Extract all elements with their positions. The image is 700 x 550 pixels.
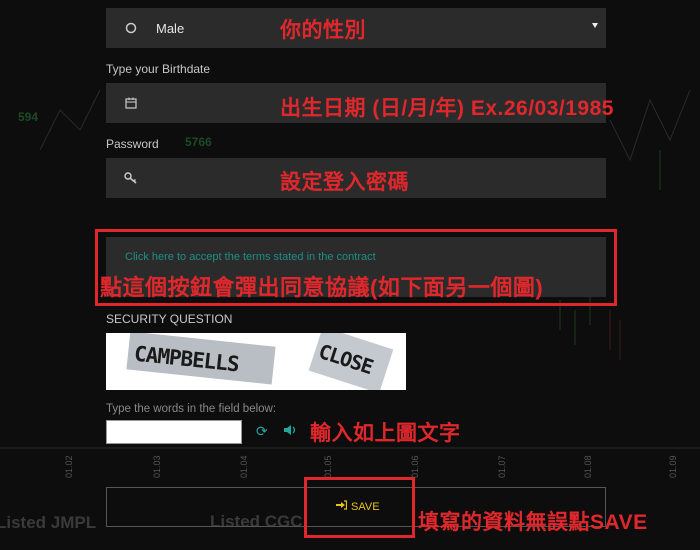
save-annotation: 填寫的資料無誤點SAVE — [418, 511, 648, 534]
axis-date: 01.02 — [64, 455, 74, 478]
chevron-down-icon — [592, 23, 598, 28]
password-annotation: 設定登入密碼 — [280, 171, 409, 194]
radio-icon — [122, 22, 140, 34]
captcha-annotation: 輸入如上圖文字 — [310, 422, 461, 445]
birthdate-annotation: 出生日期 (日/月/年) Ex.26/03/1985 — [280, 97, 614, 120]
security-title: SECURITY QUESTION — [106, 312, 233, 326]
terms-annotation: 點這個按鈕會彈出同意協議(如下面另一個圖) — [100, 275, 544, 300]
axis-date: 01.06 — [410, 455, 420, 478]
bg-ticker: Listed JMPL — [0, 513, 97, 532]
birthdate-label: Type your Birthdate — [106, 62, 211, 76]
calendar-icon — [122, 97, 140, 109]
bg-number: 5766 — [185, 135, 212, 149]
password-label: Password — [106, 137, 159, 151]
key-icon — [122, 172, 140, 184]
captcha-instruction: Type the words in the field below: — [106, 403, 277, 415]
axis-date: 01.09 — [668, 455, 678, 478]
captcha-input[interactable] — [106, 420, 242, 444]
axis-date: 01.05 — [323, 455, 333, 478]
axis-date: 01.07 — [497, 455, 507, 478]
gender-annotation: 你的性別 — [280, 19, 366, 42]
gender-value: Male — [156, 20, 185, 36]
bg-number: 594 — [18, 110, 39, 124]
refresh-icon[interactable]: ⟳ — [256, 423, 268, 440]
axis-date: 01.03 — [152, 455, 162, 478]
axis-date: 01.08 — [583, 455, 593, 478]
captcha-image: CAMPBELLS CLOSE — [106, 333, 406, 390]
save-highlight-frame — [304, 477, 415, 538]
axis-date: 01.04 — [239, 455, 249, 478]
speaker-icon[interactable] — [283, 423, 297, 439]
